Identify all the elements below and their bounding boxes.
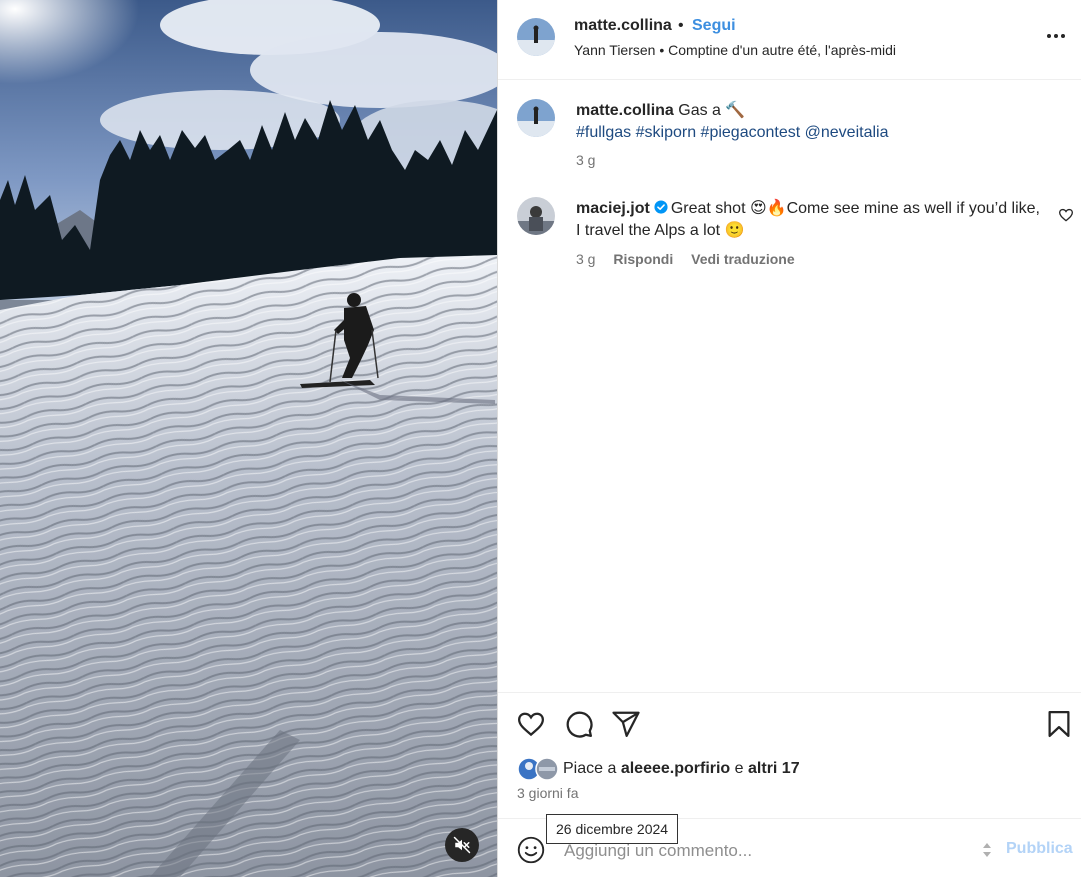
comment-item: maciej.jot Great shot 😍🔥Come see mine as… [576, 198, 1046, 242]
comment-meta: 3 g Rispondi Vedi traduzione [576, 251, 809, 267]
hashtag-skiporn[interactable]: #skiporn [636, 124, 696, 141]
comment-heart-icon[interactable] [1058, 207, 1074, 223]
post-header: matte.collina • Segui Yann Tiersen • Com… [498, 0, 1081, 80]
post-caption: matte.collina Gas a 🔨 #fullgas #skiporn … [576, 100, 1046, 144]
caption-time: 3 g [576, 152, 596, 168]
reply-button[interactable]: Rispondi [613, 251, 673, 267]
post-media[interactable] [0, 0, 497, 877]
likes-summary: Piace a aleeee.porfirio e altri 17 [563, 760, 800, 778]
speaker-muted-icon [453, 836, 471, 854]
see-translation-button[interactable]: Vedi traduzione [691, 251, 794, 267]
author-username[interactable]: matte.collina [574, 17, 672, 35]
post-relative-time[interactable]: 3 giorni fa [517, 785, 578, 801]
publish-button[interactable]: Pubblica [1006, 840, 1073, 858]
date-tooltip: 26 dicembre 2024 [546, 814, 679, 844]
separator-dot: • [678, 17, 684, 34]
send-icon[interactable] [611, 709, 641, 739]
hashtag-fullgas[interactable]: #fullgas [576, 124, 631, 141]
follow-button[interactable]: Segui [692, 17, 736, 35]
heart-icon[interactable] [516, 709, 546, 739]
bookmark-icon[interactable] [1044, 709, 1074, 739]
comment-time: 3 g [576, 251, 596, 267]
emoji-icon[interactable] [517, 836, 545, 864]
verified-badge-icon [654, 200, 668, 214]
likes-conjunction: e [734, 760, 744, 777]
actions-divider [498, 692, 1081, 693]
commenter-username[interactable]: maciej.jot [576, 200, 650, 217]
audio-track-link[interactable]: Yann Tiersen • Comptine d'un autre été, … [574, 42, 896, 58]
author-avatar[interactable] [517, 18, 555, 56]
more-options-icon[interactable] [1044, 24, 1068, 48]
caption-username[interactable]: matte.collina [576, 102, 674, 119]
post-detail-panel: matte.collina • Segui Yann Tiersen • Com… [498, 0, 1081, 877]
commenter-avatar[interactable] [517, 197, 555, 235]
comment-bubble-icon[interactable] [564, 709, 594, 739]
mention-neveitalia[interactable]: @neveitalia [805, 124, 889, 141]
liker-username[interactable]: aleeee.porfirio [621, 760, 730, 777]
sort-arrows-icon [983, 843, 991, 857]
mute-toggle-button[interactable] [445, 828, 479, 862]
ski-video-frame [0, 0, 497, 877]
likes-prefix: Piace a [563, 760, 617, 777]
caption-author-avatar[interactable] [517, 99, 555, 137]
likes-others-link[interactable]: altri 17 [748, 760, 800, 777]
caption-text: Gas a [678, 102, 721, 119]
hammer-emoji: 🔨 [725, 102, 746, 119]
likers-avatars[interactable] [517, 757, 561, 781]
hashtag-piegacontest[interactable]: #piegacontest [701, 124, 801, 141]
